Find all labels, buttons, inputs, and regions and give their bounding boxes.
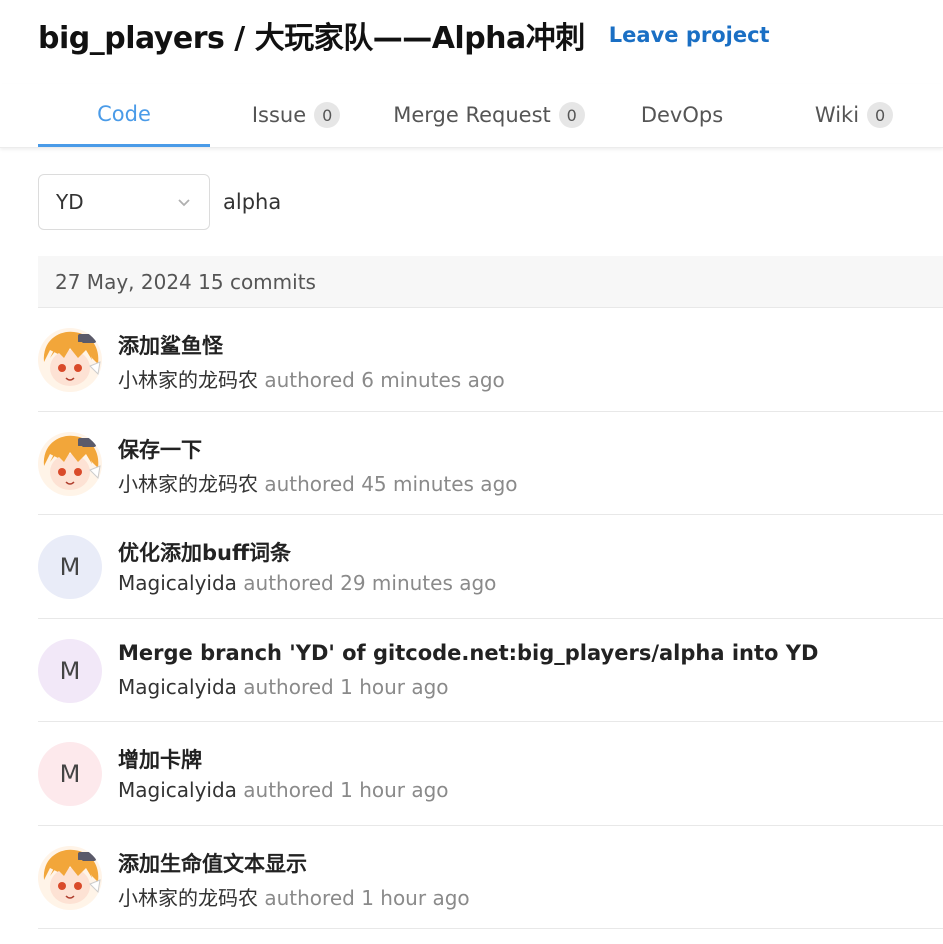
commit-meta: 小林家的龙码农 authored 6 minutes ago [118,364,505,393]
commit-time: 45 minutes ago [361,471,518,496]
commit-meta: Magicalyida authored 1 hour ago [118,675,449,699]
tab-issue[interactable]: Issue 0 [210,84,382,146]
commit-row[interactable]: M 增加卡牌 Magicalyida authored 1 hour ago [38,722,943,826]
commit-author[interactable]: 小林家的龙码农 [118,886,258,910]
commit-row[interactable]: 添加鲨鱼怪 小林家的龙码农 authored 6 minutes ago [38,308,943,412]
commit-message[interactable]: Merge branch 'YD' of gitcode.net:big_pla… [118,641,818,665]
commit-message[interactable]: 优化添加buff词条 [118,537,291,567]
anime-avatar-icon [38,431,102,496]
commit-author[interactable]: Magicalyida [118,571,237,595]
anime-avatar-icon [38,328,102,392]
commit-time: 6 minutes ago [361,368,505,392]
avatar[interactable]: M [38,638,102,703]
count-badge: 0 [867,102,894,128]
commit-date-header: 27 May, 2024 15 commits [38,256,943,308]
commit-action: authored [243,674,334,699]
page-header: big_players / 大玩家队——Alpha冲刺 Leave projec… [38,12,770,58]
avatar[interactable] [38,431,102,496]
tab-label: Issue [251,103,307,127]
commit-date: 27 May, 2024 [55,269,192,294]
avatar[interactable]: M [38,535,102,599]
chevron-down-icon [178,199,190,207]
commit-action: authored [264,368,355,392]
commit-author[interactable]: 小林家的龙码农 [118,368,258,392]
commit-action: authored [264,885,355,910]
commit-author[interactable]: Magicalyida [118,778,237,802]
count-badge: 0 [558,102,585,128]
commit-meta: 小林家的龙码农 authored 1 hour ago [118,882,470,911]
tab-code[interactable]: Code [38,84,210,147]
project-tabs: Code Issue 0 Merge Request 0 DevOps Wiki… [0,84,943,148]
tab-merge-request[interactable]: Merge Request 0 [382,84,596,146]
tab-label: DevOps [640,103,724,127]
branch-selected-value: YD [56,190,84,214]
avatar-initial: M [59,656,81,685]
commit-message[interactable]: 添加生命值文本显示 [118,848,307,878]
commit-row[interactable]: 保存一下 小林家的龙码农 authored 45 minutes ago [38,412,943,515]
tab-label: Wiki [814,103,860,127]
commit-message[interactable]: 增加卡牌 [118,744,202,774]
commit-author[interactable]: 小林家的龙码农 [118,472,258,496]
leave-project-link[interactable]: Leave project [609,23,770,47]
commit-action: authored [243,778,334,802]
commit-author[interactable]: Magicalyida [118,675,237,699]
commit-time: 29 minutes ago [340,571,497,595]
tab-wiki[interactable]: Wiki 0 [768,84,940,146]
commit-row[interactable]: M 优化添加buff词条 Magicalyida authored 29 min… [38,515,943,619]
tab-devops[interactable]: DevOps [596,84,768,146]
commit-row[interactable]: 添加生命值文本显示 小林家的龙码农 authored 1 hour ago [38,826,943,929]
tab-label: Merge Request [393,103,551,127]
commit-meta: Magicalyida authored 29 minutes ago [118,571,496,595]
avatar-initial: M [59,760,81,788]
commit-meta: 小林家的龙码农 authored 45 minutes ago [118,468,518,497]
commit-list: 添加鲨鱼怪 小林家的龙码农 authored 6 minutes ago 保存一… [38,308,943,929]
avatar[interactable] [38,845,102,910]
count-badge: 0 [314,102,341,128]
commit-message[interactable]: 添加鲨鱼怪 [118,330,223,360]
avatar-initial: M [59,553,81,581]
commit-meta: Magicalyida authored 1 hour ago [118,778,449,802]
anime-avatar-icon [38,845,102,910]
commit-time: 1 hour ago [340,778,449,802]
tab-label: Code [97,102,151,126]
repo-name: alpha [223,190,282,214]
commit-time: 1 hour ago [361,885,470,910]
commit-row[interactable]: M Merge branch 'YD' of gitcode.net:big_p… [38,619,943,722]
commit-time: 1 hour ago [340,674,449,699]
commit-count: 15 commits [198,269,316,294]
branch-dropdown[interactable]: YD [38,174,210,230]
commit-message[interactable]: 保存一下 [118,434,202,464]
commit-action: authored [264,471,355,496]
project-title: big_players / 大玩家队——Alpha冲刺 [38,21,585,56]
commit-action: authored [243,571,334,595]
avatar[interactable]: M [38,742,102,806]
avatar[interactable] [38,328,102,392]
